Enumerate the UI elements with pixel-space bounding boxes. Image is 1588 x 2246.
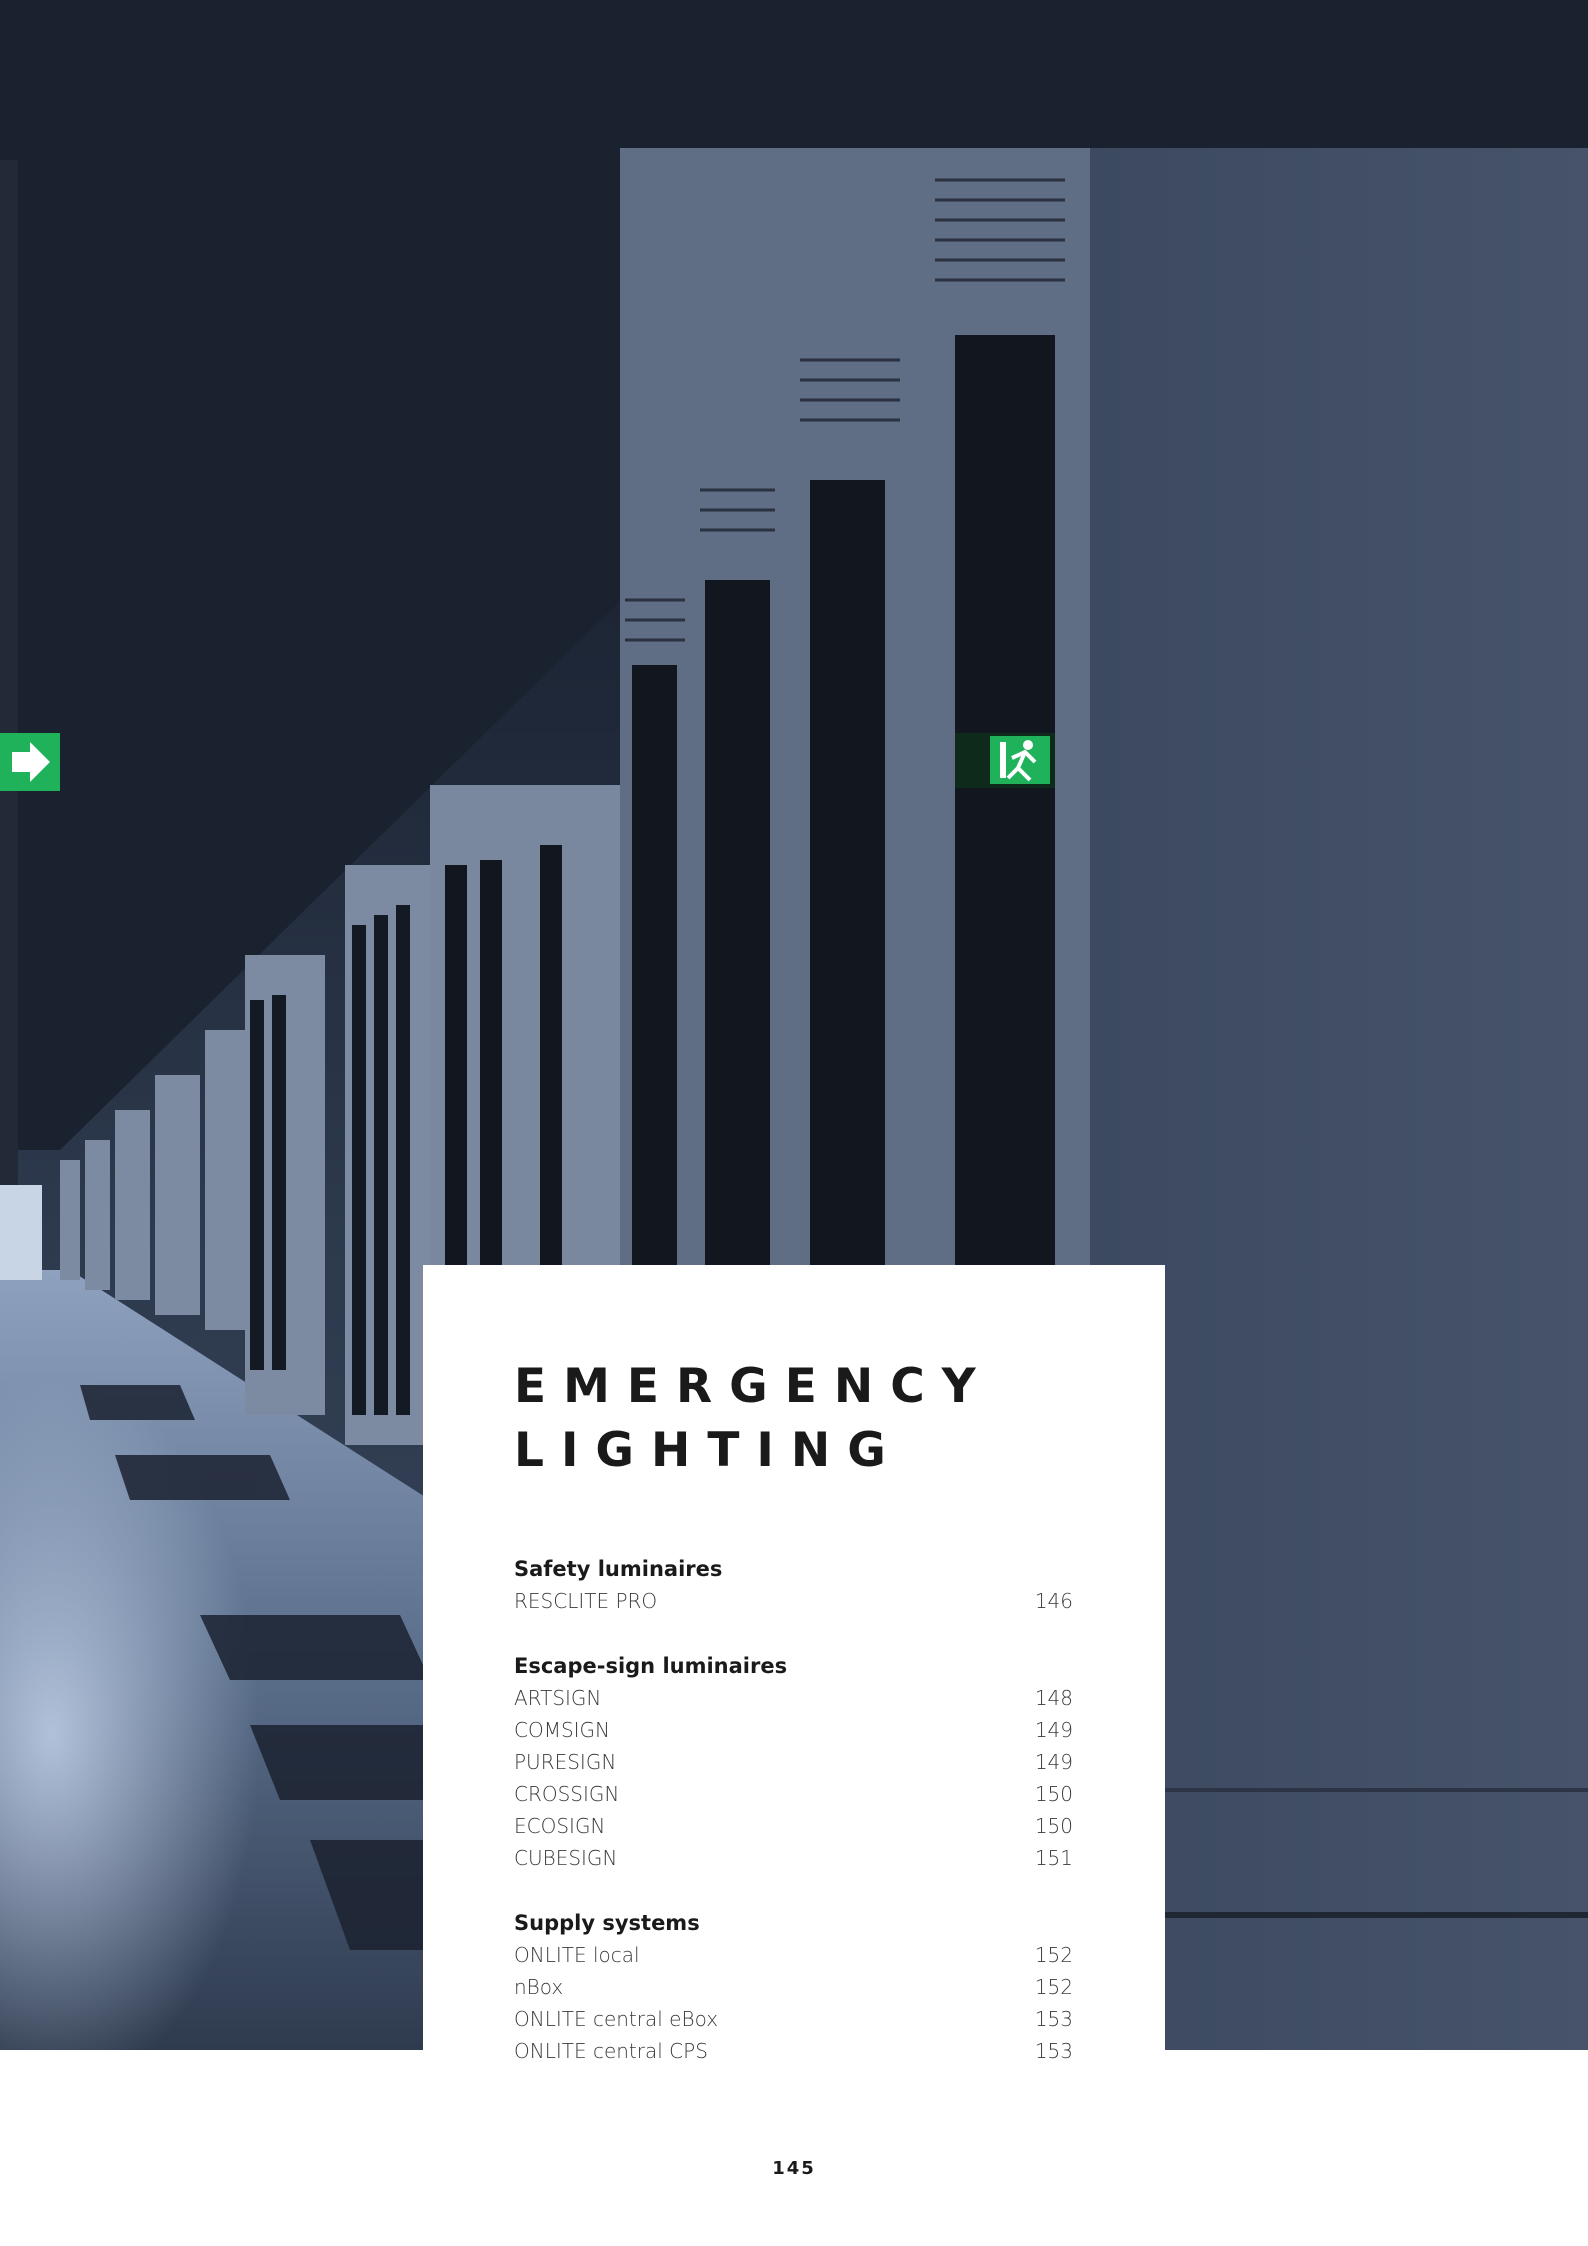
toc-entry[interactable]: PURESIGN 149 (514, 1746, 1073, 1778)
section-heading: Supply systems (514, 1911, 700, 1935)
entry-page: 153 (1034, 2007, 1073, 2031)
toc-entry[interactable]: ARTSIGN 148 (514, 1682, 1073, 1714)
exit-arrow-sign (0, 733, 60, 791)
entry-name: CUBESIGN (514, 1846, 618, 1870)
entry-page: 153 (1034, 2039, 1073, 2063)
entry-page: 151 (1034, 1846, 1073, 1870)
entry-name: COMSIGN (514, 1718, 611, 1742)
toc-entry[interactable]: ONLITE central eBox 153 (514, 2003, 1073, 2035)
title-line-2: LIGHTING (514, 1423, 903, 1478)
entry-page: 146 (1034, 1589, 1073, 1613)
entry-name: CROSSIGN (514, 1782, 620, 1806)
entry-name: ONLITE central eBox (514, 2007, 719, 2031)
toc-entry[interactable]: RESCLITE PRO 146 (514, 1585, 1073, 1617)
entry-name: ONLITE local (514, 1943, 640, 1967)
exit-running-man-sign (955, 733, 1055, 788)
page-number: 145 (772, 2158, 816, 2179)
section-heading: Safety luminaires (514, 1557, 723, 1581)
entry-page: 150 (1034, 1814, 1073, 1838)
section-safety-luminaires: Safety luminaires RESCLITE PRO 146 (514, 1553, 1073, 1617)
section-supply-systems: Supply systems ONLITE local 152 nBox 152… (514, 1907, 1073, 2067)
section-escape-sign-luminaires: Escape-sign luminaires ARTSIGN 148 COMSI… (514, 1650, 1073, 1874)
entry-name: PURESIGN (514, 1750, 617, 1774)
contents-panel: EMERGENCY LIGHTING Safety luminaires RES… (423, 1265, 1165, 2063)
section-heading: Escape-sign luminaires (514, 1654, 788, 1678)
entry-page: 152 (1034, 1975, 1073, 1999)
toc-entry[interactable]: ECOSIGN 150 (514, 1810, 1073, 1842)
entry-name: nBox (514, 1975, 564, 1999)
entry-name: ARTSIGN (514, 1686, 602, 1710)
toc-entry[interactable]: CROSSIGN 150 (514, 1778, 1073, 1810)
chapter-title: EMERGENCY LIGHTING (514, 1355, 1073, 1483)
toc-entry[interactable]: ONLITE local 152 (514, 1939, 1073, 1971)
toc-entry[interactable]: nBox 152 (514, 1971, 1073, 2003)
entry-name: ECOSIGN (514, 1814, 606, 1838)
toc-entry[interactable]: COMSIGN 149 (514, 1714, 1073, 1746)
entry-name: ONLITE central CPS (514, 2039, 708, 2063)
toc-entry[interactable]: CUBESIGN 151 (514, 1842, 1073, 1874)
entry-page: 149 (1034, 1718, 1073, 1742)
entry-name: RESCLITE PRO (514, 1589, 658, 1613)
entry-page: 152 (1034, 1943, 1073, 1967)
entry-page: 150 (1034, 1782, 1073, 1806)
entry-page: 149 (1034, 1750, 1073, 1774)
title-line-1: EMERGENCY (514, 1359, 993, 1414)
toc-entry[interactable]: ONLITE central CPS 153 (514, 2035, 1073, 2067)
entry-page: 148 (1034, 1686, 1073, 1710)
